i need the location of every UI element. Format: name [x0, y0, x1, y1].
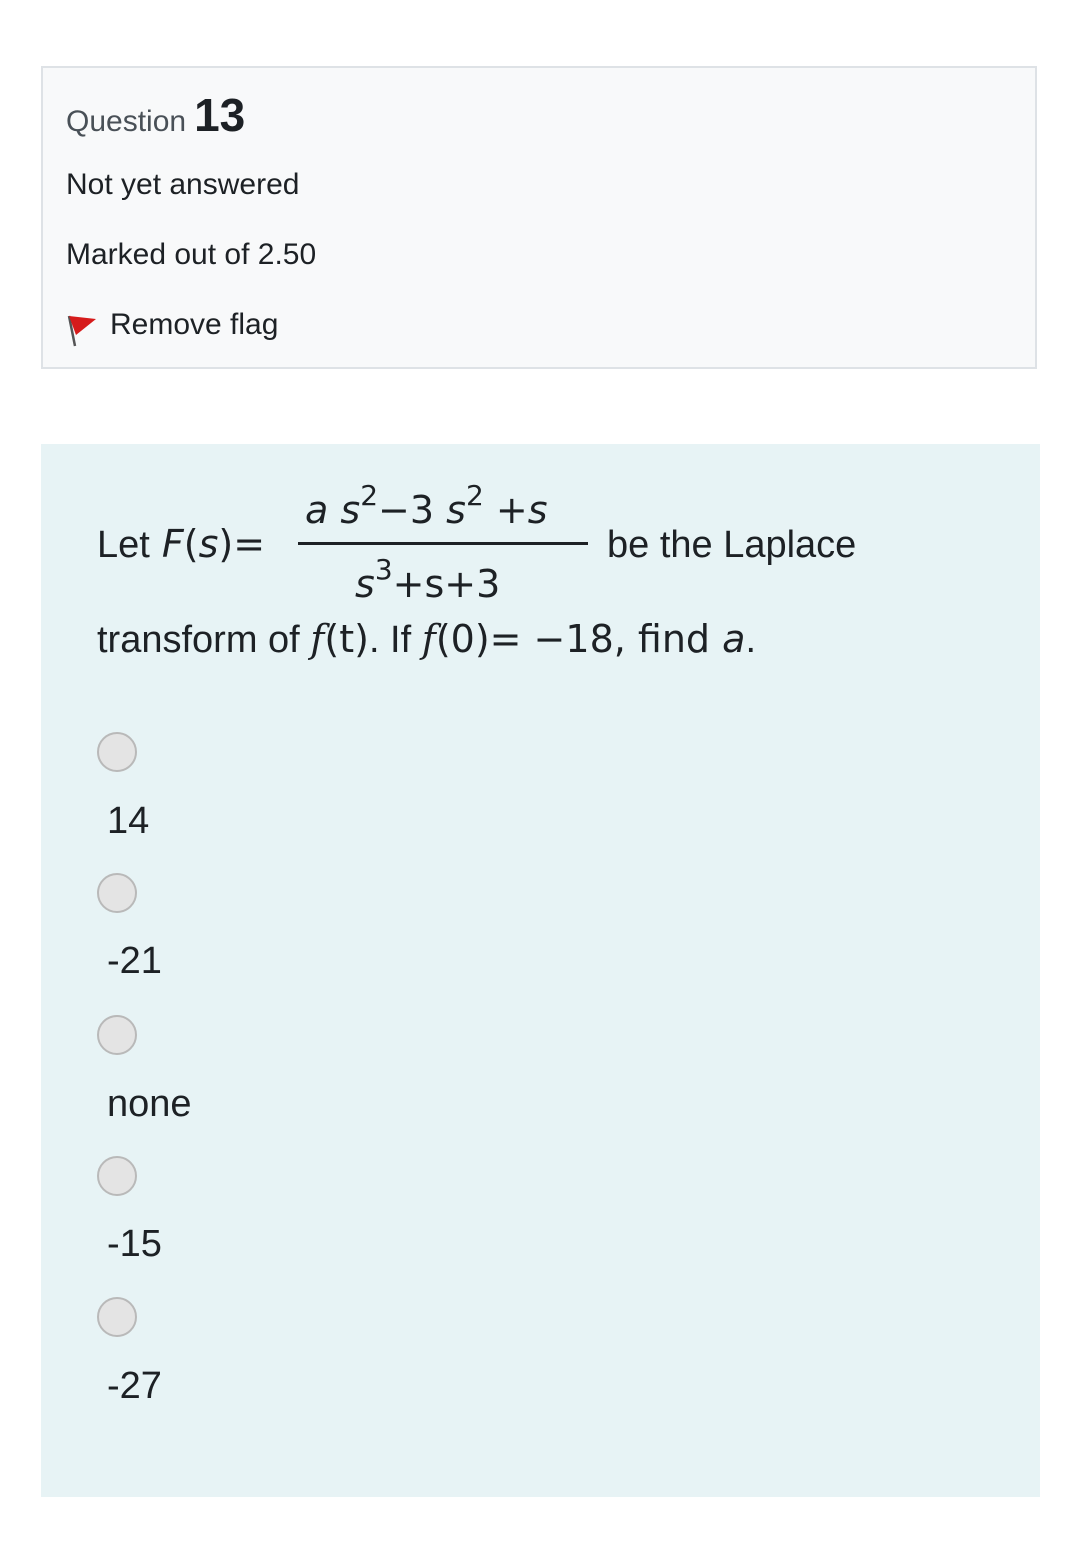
num-s1: s — [340, 488, 361, 532]
flag-icon — [67, 315, 96, 347]
func-f1: f — [310, 617, 325, 661]
num-s2: s — [446, 488, 466, 532]
paren-open: ( — [183, 522, 199, 566]
num-plus: + — [495, 488, 528, 532]
equals-sign: = — [233, 522, 266, 566]
question-info-panel: Question 13 Not yet answered Marked out o… — [41, 66, 1037, 369]
option-radio-4[interactable] — [97, 1156, 137, 1196]
condition-text: (0)= −18, find — [435, 617, 723, 661]
var-s: s — [198, 522, 219, 566]
option-label-5[interactable]: -27 — [107, 1365, 162, 1408]
option-label-3[interactable]: none — [107, 1083, 192, 1126]
option-label-4[interactable]: -15 — [107, 1223, 162, 1266]
option-label-2[interactable]: -21 — [107, 940, 162, 983]
option-radio-5[interactable] — [97, 1297, 137, 1337]
remove-flag-label: Remove flag — [110, 308, 279, 341]
question-heading: Question 13 — [66, 88, 245, 142]
period: . — [745, 619, 756, 661]
question-state: Not yet answered — [66, 168, 300, 201]
paren-close: ) — [218, 522, 234, 566]
den-s: s — [355, 562, 375, 606]
option-radio-1[interactable] — [97, 732, 137, 772]
option-label-1[interactable]: 14 — [107, 800, 149, 843]
question-text-line2: transform of f(t). If f(0)= −18, find a. — [97, 617, 756, 662]
question-number: 13 — [194, 89, 246, 141]
func-f2: f — [421, 617, 436, 661]
num-s3: s — [527, 488, 548, 532]
coef-a: a — [305, 488, 329, 532]
var-a-end: a — [722, 617, 746, 661]
if-text: . If — [368, 619, 422, 661]
question-text-line1-right: be the Laplace — [607, 524, 857, 566]
num-minus3: −3 — [378, 488, 435, 532]
option-radio-2[interactable] — [97, 873, 137, 913]
fraction-numerator: a s2−3 s2 +s — [305, 479, 548, 532]
fraction-denominator: s3+s+3 — [355, 553, 501, 606]
question-content-panel — [41, 444, 1040, 1497]
den-exp: 3 — [374, 553, 393, 586]
question-word: Question — [66, 105, 187, 138]
question-grade: Marked out of 2.50 — [66, 238, 317, 271]
den-rest: +s+3 — [392, 562, 501, 606]
t-arg: (t) — [324, 617, 369, 661]
func-F: F — [161, 522, 184, 566]
transform-of-text: transform of — [97, 619, 311, 661]
fraction-bar — [298, 542, 588, 545]
remove-flag-link[interactable]: Remove flag — [66, 308, 279, 347]
question-text-line1-left: Let F(s)= — [97, 522, 265, 567]
let-word: Let — [97, 524, 150, 566]
option-radio-3[interactable] — [97, 1015, 137, 1055]
num-exp2: 2 — [465, 479, 484, 512]
num-exp1: 2 — [360, 479, 379, 512]
